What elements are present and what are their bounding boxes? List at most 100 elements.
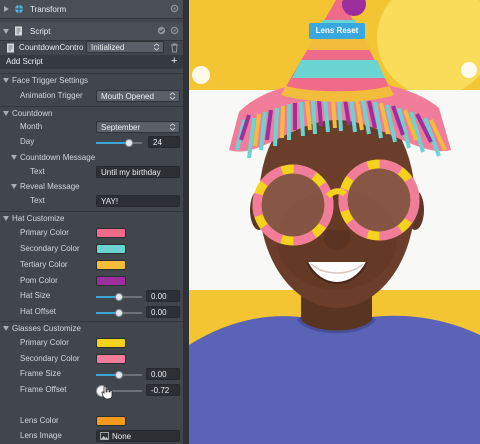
day-slider-knob[interactable]: [125, 139, 134, 147]
lens-color-swatch[interactable]: [96, 416, 126, 426]
collapse-arrow-icon[interactable]: [3, 78, 9, 83]
lens-image-row: Lens Image None: [0, 428, 183, 444]
month-label: Month: [20, 122, 43, 131]
hat-tertiary-color-label: Tertiary Color: [20, 260, 68, 269]
glasses-customize-section-label: Glasses Customize: [12, 324, 81, 333]
month-value: September: [101, 123, 141, 132]
hat-customize-section[interactable]: Hat Customize: [0, 211, 183, 226]
reveal-text-label: Text: [30, 196, 45, 205]
collapse-arrow-icon[interactable]: [3, 216, 9, 221]
frame-size-slider[interactable]: [96, 371, 142, 379]
inspector-panel: Transform Script CountdownContro Initial…: [0, 0, 183, 444]
day-row: Day 24: [0, 134, 183, 150]
frame-size-slider-knob[interactable]: [115, 371, 123, 379]
script-file-icon: [6, 43, 15, 53]
hat-secondary-color-label: Secondary Color: [20, 244, 80, 253]
add-script-button[interactable]: Add Script +: [0, 55, 183, 69]
reveal-message-label: Reveal Message: [20, 182, 80, 191]
script-header[interactable]: Script: [0, 22, 183, 41]
hat-customize-section-label: Hat Customize: [12, 214, 65, 223]
glasses-secondary-color-swatch[interactable]: [96, 354, 126, 364]
mouse-cursor-icon: [101, 385, 113, 400]
glasses-primary-color-swatch[interactable]: [96, 338, 126, 348]
frame-offset-row: Frame Offset -0.72: [0, 382, 183, 398]
day-slider[interactable]: [96, 139, 142, 147]
hat-size-input[interactable]: 0.00: [146, 290, 180, 302]
glasses-primary-color-row: Primary Color: [0, 335, 183, 351]
frame-offset-input[interactable]: -0.72: [146, 384, 180, 396]
month-row: Month September: [0, 119, 183, 135]
countdown-text-input[interactable]: Until my birthday: [96, 166, 180, 178]
script-state-value: Initialized: [91, 43, 125, 52]
collapse-arrow-icon[interactable]: [3, 326, 9, 331]
lens-reset-button[interactable]: Lens Reset: [309, 23, 365, 39]
hat-offset-row: Hat Offset 0.00: [0, 304, 183, 320]
lens-image-label: Lens Image: [20, 431, 62, 440]
hat-offset-input[interactable]: 0.00: [146, 306, 180, 318]
chevron-updown-icon: [169, 92, 176, 100]
lens-color-label: Lens Color: [20, 416, 59, 425]
frame-size-input[interactable]: 0.00: [146, 368, 180, 380]
reveal-text-input[interactable]: YAY!: [96, 195, 180, 207]
collapse-arrow-icon[interactable]: [11, 184, 17, 189]
trash-icon[interactable]: [170, 43, 179, 53]
face-trigger-section-label: Face Trigger Settings: [12, 76, 89, 85]
settings-gear-icon[interactable]: [170, 4, 179, 13]
hat-primary-color-swatch[interactable]: [96, 228, 126, 238]
month-dropdown[interactable]: September: [96, 121, 180, 133]
countdown-text-row: Text Until my birthday: [0, 164, 183, 180]
hat-secondary-color-row: Secondary Color: [0, 241, 183, 257]
lens-preview[interactable]: Lens Reset: [189, 0, 480, 444]
day-label: Day: [20, 137, 35, 146]
glasses-customize-section[interactable]: Glasses Customize: [0, 321, 183, 336]
hat-size-slider-knob[interactable]: [115, 293, 123, 301]
pom-color-row: Pom Color: [0, 273, 183, 289]
script-file-icon: [14, 26, 23, 36]
script-state-dropdown[interactable]: Initialized: [86, 41, 164, 53]
hat-size-slider[interactable]: [96, 293, 142, 301]
animation-trigger-dropdown[interactable]: Mouth Opened: [96, 90, 180, 102]
chevron-updown-icon: [169, 123, 176, 131]
hat-size-label: Hat Size: [20, 291, 51, 300]
add-script-label: Add Script: [6, 57, 43, 66]
enabled-check-icon[interactable]: [157, 26, 166, 35]
hat-secondary-color-swatch[interactable]: [96, 244, 126, 254]
hat-primary-color-row: Primary Color: [0, 225, 183, 241]
lens-image-field[interactable]: None: [96, 430, 180, 442]
script-asset-row: CountdownContro Initialized: [0, 40, 183, 55]
frame-size-row: Frame Size 0.00: [0, 366, 183, 382]
pom-color-swatch[interactable]: [96, 276, 126, 286]
frame-size-label: Frame Size: [20, 369, 61, 378]
settings-gear-icon[interactable]: [170, 26, 179, 35]
countdown-text-label: Text: [30, 167, 45, 176]
hat-offset-slider-knob[interactable]: [115, 309, 123, 317]
countdown-message-label: Countdown Message: [20, 153, 96, 162]
countdown-section-label: Countdown: [12, 109, 53, 118]
hat-tertiary-color-swatch[interactable]: [96, 260, 126, 270]
glasses-secondary-color-row: Secondary Color: [0, 351, 183, 367]
glasses-secondary-color-label: Secondary Color: [20, 354, 80, 363]
chevron-updown-icon: [153, 43, 160, 51]
lens-image-value: None: [112, 432, 132, 441]
transform-header[interactable]: Transform: [0, 0, 183, 19]
expand-arrow-icon[interactable]: [4, 6, 9, 12]
frame-offset-label: Frame Offset: [20, 385, 67, 394]
face-trigger-section[interactable]: Face Trigger Settings: [0, 73, 183, 88]
image-icon: [100, 432, 109, 440]
transform-title: Transform: [30, 5, 67, 14]
hat-primary-color-label: Primary Color: [20, 228, 69, 237]
transform-icon: [14, 4, 23, 13]
glasses-primary-color-label: Primary Color: [20, 338, 69, 347]
hat-offset-slider[interactable]: [96, 309, 142, 317]
preview-scene: [189, 0, 480, 444]
plus-icon[interactable]: +: [171, 55, 177, 67]
day-input[interactable]: 24: [148, 136, 180, 148]
script-name[interactable]: CountdownContro: [19, 43, 85, 52]
pom-color-label: Pom Color: [20, 276, 58, 285]
animation-trigger-row: Animation Trigger Mouth Opened: [0, 88, 183, 104]
collapse-arrow-icon[interactable]: [11, 155, 17, 160]
hat-offset-label: Hat Offset: [20, 307, 56, 316]
collapse-arrow-icon[interactable]: [3, 111, 9, 116]
lens-color-row: Lens Color: [0, 413, 183, 429]
collapse-arrow-icon[interactable]: [3, 29, 9, 34]
